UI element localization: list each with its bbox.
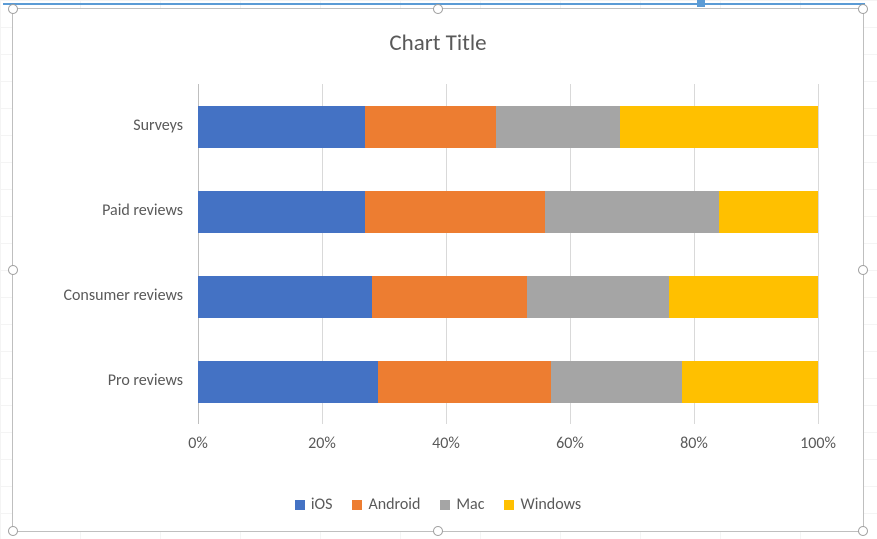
bar-row[interactable] — [198, 361, 818, 403]
chart-title[interactable]: Chart Title — [13, 29, 863, 57]
bar-segment-windows[interactable] — [719, 191, 818, 233]
bar-segment-ios[interactable] — [198, 106, 365, 148]
bar-segment-windows[interactable] — [669, 276, 818, 318]
legend-label: Android — [368, 495, 420, 514]
legend-label: Windows — [520, 495, 581, 514]
x-tick: 60% — [540, 434, 600, 453]
category-label: Surveys — [13, 116, 183, 135]
legend-item-ios[interactable]: iOS — [295, 495, 333, 514]
bar-segment-mac[interactable] — [527, 276, 670, 318]
bar-segment-mac[interactable] — [545, 191, 719, 233]
legend-label: Mac — [456, 495, 484, 514]
x-tick: 100% — [788, 434, 848, 453]
chart-object[interactable]: Chart Title Surveys Paid reviews Consume… — [12, 8, 864, 532]
bar-row[interactable] — [198, 191, 818, 233]
bar-row[interactable] — [198, 106, 818, 148]
bar-row[interactable] — [198, 276, 818, 318]
resize-handle-bottom-left[interactable] — [8, 526, 18, 536]
category-label: Consumer reviews — [13, 286, 183, 305]
bar-segment-ios[interactable] — [198, 361, 378, 403]
resize-handle-middle-right[interactable] — [858, 265, 868, 275]
bar-segment-mac[interactable] — [496, 106, 620, 148]
legend-swatch-icon — [440, 500, 450, 510]
plot-area[interactable]: 0% 20% 40% 60% 80% 100% — [198, 84, 818, 424]
bar-segment-ios[interactable] — [198, 276, 372, 318]
category-label: Pro reviews — [13, 371, 183, 390]
bar-segment-windows[interactable] — [682, 361, 818, 403]
legend-item-mac[interactable]: Mac — [440, 495, 484, 514]
resize-handle-top-center[interactable] — [433, 4, 443, 14]
legend-item-windows[interactable]: Windows — [504, 495, 581, 514]
bar-segment-android[interactable] — [365, 191, 545, 233]
bar-segment-android[interactable] — [365, 106, 495, 148]
legend-item-android[interactable]: Android — [352, 495, 420, 514]
legend-swatch-icon — [295, 500, 305, 510]
resize-handle-top-left[interactable] — [8, 4, 18, 14]
bar-segment-ios[interactable] — [198, 191, 365, 233]
bar-segment-mac[interactable] — [551, 361, 681, 403]
x-tick: 0% — [168, 434, 228, 453]
gridline — [818, 84, 819, 424]
legend-swatch-icon — [504, 500, 514, 510]
category-label: Paid reviews — [13, 201, 183, 220]
x-tick: 40% — [416, 434, 476, 453]
resize-handle-bottom-right[interactable] — [858, 526, 868, 536]
legend[interactable]: iOS Android Mac Windows — [13, 495, 863, 514]
legend-label: iOS — [311, 495, 333, 514]
resize-handle-top-right[interactable] — [858, 4, 868, 14]
x-tick: 20% — [292, 434, 352, 453]
x-tick: 80% — [664, 434, 724, 453]
resize-handle-bottom-center[interactable] — [433, 526, 443, 536]
bar-segment-windows[interactable] — [620, 106, 818, 148]
resize-handle-middle-left[interactable] — [8, 265, 18, 275]
bar-segment-android[interactable] — [378, 361, 552, 403]
bar-segment-android[interactable] — [372, 276, 527, 318]
legend-swatch-icon — [352, 500, 362, 510]
